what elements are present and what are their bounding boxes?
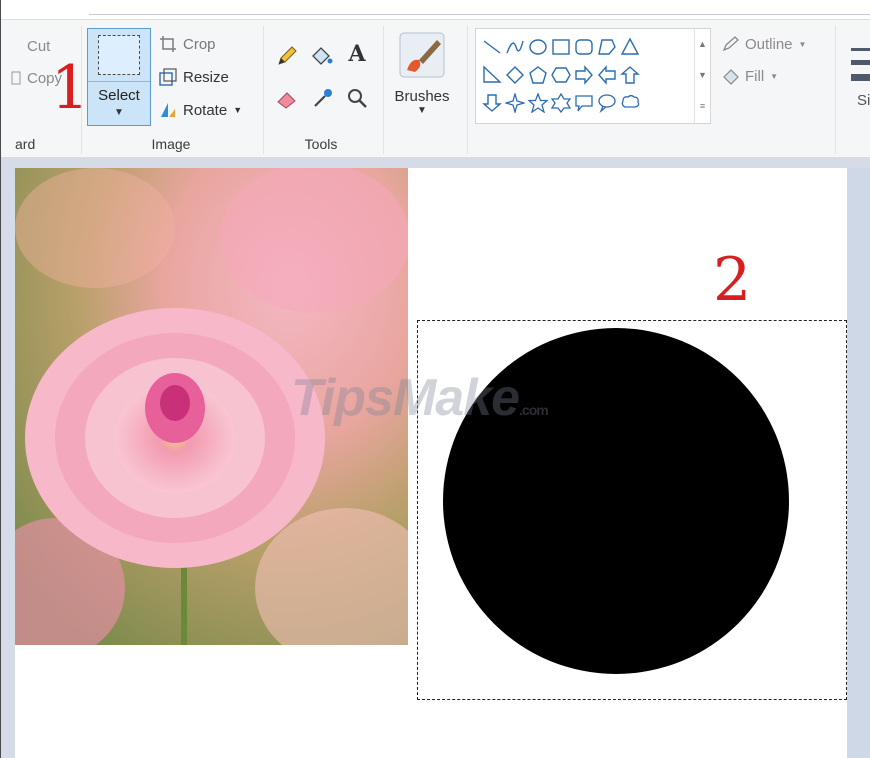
watermark-text: TipsMake.com <box>291 369 549 427</box>
left-arrow-shape-icon[interactable] <box>595 61 618 89</box>
oval-shape-icon[interactable] <box>526 33 549 61</box>
size-label: Si <box>857 92 870 109</box>
cut-button[interactable]: Cut <box>27 34 50 58</box>
line-shape-icon[interactable] <box>480 33 503 61</box>
fill-label: Fill <box>745 67 765 85</box>
shapes-gallery: ▲ ▼ ≡ <box>475 28 711 124</box>
select-button[interactable]: Select ▼ <box>87 28 151 126</box>
copy-icon <box>11 69 21 87</box>
pentagon-shape-icon[interactable] <box>526 61 549 89</box>
paint-window: Cut Copy ard Select ▼ Crop Resize Rotate… <box>0 0 870 758</box>
rotate-chevron-icon: ▼ <box>233 105 243 115</box>
cut-label: Cut <box>27 37 51 55</box>
down-arrow-shape-icon[interactable] <box>480 89 503 117</box>
outline-label: Outline <box>745 35 793 53</box>
chevron-down-icon[interactable]: ▼ <box>88 107 150 118</box>
triangle-shape-icon[interactable] <box>618 33 641 61</box>
magnifier-icon[interactable] <box>345 86 369 110</box>
polygon-shape-icon[interactable] <box>595 33 618 61</box>
brushes-button[interactable]: Brushes ▼ <box>389 30 455 130</box>
four-point-star-shape-icon[interactable] <box>503 89 526 117</box>
cloud-callout-shape-icon[interactable] <box>618 89 641 117</box>
outline-chevron-icon: ▼ <box>798 39 807 49</box>
scroll-up-icon[interactable]: ▲ <box>695 29 710 60</box>
hexagon-shape-icon[interactable] <box>549 61 572 89</box>
image-group-label: Image <box>151 136 191 152</box>
select-marquee-icon <box>98 35 140 75</box>
rectangle-shape-icon[interactable] <box>549 33 572 61</box>
right-arrow-shape-icon[interactable] <box>572 61 595 89</box>
tools-group-label: Tools <box>304 136 338 152</box>
rect-callout-shape-icon[interactable] <box>572 89 595 117</box>
eraser-icon[interactable] <box>275 86 299 110</box>
shapes-scrollbar[interactable]: ▲ ▼ ≡ <box>694 29 710 123</box>
brush-icon <box>397 30 447 80</box>
right-triangle-shape-icon[interactable] <box>480 61 503 89</box>
scroll-down-icon[interactable]: ▼ <box>695 60 710 91</box>
resize-icon <box>159 68 177 86</box>
fill-chevron-icon: ▼ <box>770 71 779 81</box>
six-point-star-shape-icon[interactable] <box>549 89 572 117</box>
up-arrow-shape-icon[interactable] <box>618 61 641 89</box>
title-strip <box>1 0 870 20</box>
curve-shape-icon[interactable] <box>503 33 526 61</box>
color-picker-icon[interactable] <box>311 86 335 110</box>
rotate-icon <box>159 101 177 119</box>
rotate-label: Rotate <box>183 101 228 119</box>
text-tool-icon[interactable]: A <box>345 42 369 66</box>
crop-button[interactable]: Crop <box>159 32 216 56</box>
brushes-label: Brushes <box>394 88 450 105</box>
resize-label: Resize <box>183 68 229 86</box>
expand-gallery-icon[interactable]: ≡ <box>695 91 710 122</box>
oval-callout-shape-icon[interactable] <box>595 89 618 117</box>
outline-button[interactable]: Outline ▼ <box>721 32 806 56</box>
vertical-scroll-area[interactable] <box>847 168 870 758</box>
pencil-icon[interactable] <box>275 44 299 68</box>
resize-button[interactable]: Resize <box>159 65 229 89</box>
rounded-rectangle-shape-icon[interactable] <box>572 33 595 61</box>
crop-label: Crop <box>183 35 216 53</box>
size-button[interactable]: Si <box>837 28 870 138</box>
fill-icon <box>721 67 739 85</box>
fill-button[interactable]: Fill ▼ <box>721 64 778 88</box>
five-point-star-shape-icon[interactable] <box>526 89 549 117</box>
crop-icon <box>159 35 177 53</box>
select-label: Select <box>98 87 140 104</box>
brushes-chevron-icon: ▼ <box>417 105 427 116</box>
diamond-shape-icon[interactable] <box>503 61 526 89</box>
rotate-button[interactable]: Rotate ▼ <box>159 98 242 122</box>
clipboard-group-label: ard <box>15 136 36 152</box>
outline-icon <box>721 35 739 53</box>
annotation-number-one: 1 <box>51 53 90 123</box>
fill-bucket-icon[interactable] <box>309 44 333 68</box>
annotation-number-two: 2 <box>713 245 752 315</box>
ribbon-home: Cut Copy ard Select ▼ Crop Resize Rotate… <box>1 20 870 158</box>
